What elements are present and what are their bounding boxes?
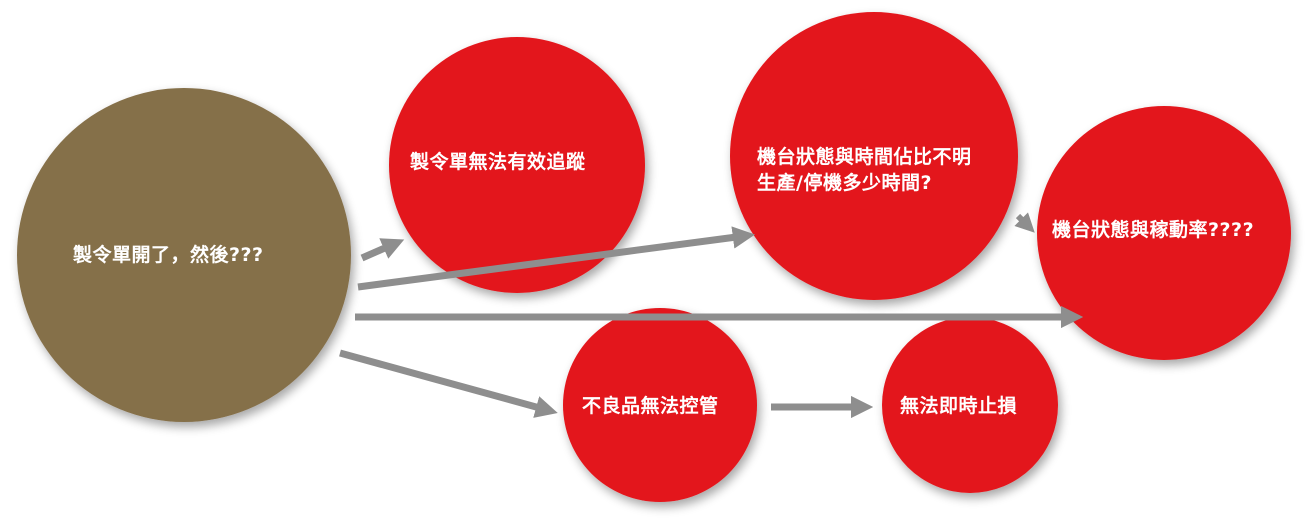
loss-node-text: 無法即時止損 bbox=[900, 395, 1018, 417]
arrow-machine-status-to-utilization bbox=[1014, 212, 1035, 233]
start-node-label: 製令單開了，然後??? bbox=[73, 242, 264, 268]
arrow-start-to-tracking bbox=[360, 238, 405, 262]
loss-node-label: 無法即時止損 bbox=[900, 393, 1017, 419]
utilization-node-label: 機台狀態與稼動率???? bbox=[1052, 217, 1254, 243]
utilization-node-text: 機台狀態與稼動率???? bbox=[1052, 219, 1255, 241]
tracking-node-text: 製令單無法有效追蹤 bbox=[410, 151, 586, 173]
arrow-start-to-defects bbox=[339, 349, 558, 418]
machine-status-node-label: 機台狀態與時間佔比不明 生產/停機多少時間? bbox=[757, 144, 972, 196]
tracking-node-label: 製令單無法有效追蹤 bbox=[410, 149, 586, 175]
machine-status-line-2: 生產/停機多少時間? bbox=[757, 172, 932, 194]
defects-node-text: 不良品無法控管 bbox=[582, 395, 719, 417]
machine-status-line-1: 機台狀態與時間佔比不明 bbox=[757, 146, 972, 168]
defects-node-label: 不良品無法控管 bbox=[582, 393, 719, 419]
start-node-text: 製令單開了，然後??? bbox=[73, 244, 264, 266]
